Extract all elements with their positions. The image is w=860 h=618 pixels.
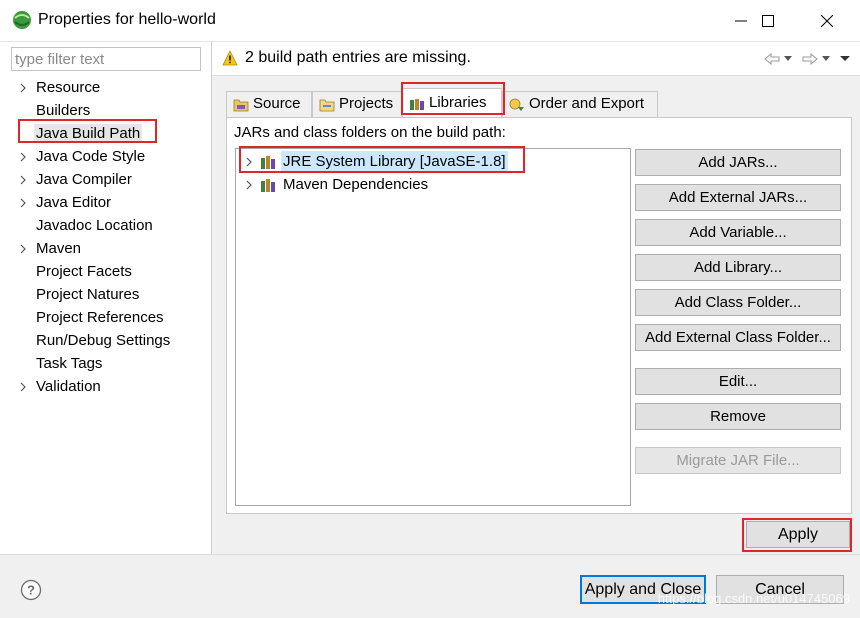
svg-text:?: ? [27, 583, 35, 598]
eclipse-icon [13, 11, 31, 29]
library-entry-maven-dependencies[interactable]: Maven Dependencies [236, 174, 626, 196]
migrate-jar-button[interactable]: Migrate JAR File... [635, 447, 841, 474]
chevron-down-icon [822, 56, 830, 61]
preference-tree: Resource Builders Java Build Path Java C… [0, 76, 210, 398]
window-title: Properties for hello-world [38, 11, 216, 28]
back-button[interactable] [764, 51, 780, 67]
watermark: https://blog.csdn.net/u014745069 [657, 591, 850, 606]
libraries-tree[interactable]: JRE System Library [JavaSE-1.8] Maven De… [235, 148, 631, 506]
chevron-right-icon [246, 157, 252, 167]
sidebar-item-java-compiler[interactable]: Java Compiler [0, 168, 210, 191]
chevron-right-icon [20, 244, 26, 254]
sidebar-item-builders[interactable]: Builders [0, 99, 210, 122]
close-button[interactable] [807, 6, 847, 36]
sidebar-item-label: Java Code Style [36, 148, 146, 165]
projects-icon [319, 99, 335, 112]
filter-input[interactable] [11, 47, 201, 71]
chevron-down-icon [784, 56, 792, 61]
tab-label: Projects [339, 95, 394, 112]
libraries-heading: JARs and class folders on the build path… [234, 124, 506, 141]
maximize-icon [762, 15, 774, 27]
add-external-jars-button[interactable]: Add External JARs... [635, 184, 841, 211]
remove-button[interactable]: Remove [635, 403, 841, 430]
sidebar-item-task-tags[interactable]: Task Tags [0, 352, 210, 375]
chevron-right-icon [20, 198, 26, 208]
tab-order-and-export[interactable]: Order and Export [502, 91, 658, 117]
library-icon [410, 99, 424, 110]
title-bar: Properties for hello-world [0, 0, 860, 42]
sidebar-item-label: Builders [36, 102, 91, 119]
tab-libraries[interactable]: Libraries [402, 88, 502, 117]
sidebar-item-label: Validation [36, 378, 101, 395]
tab-label: Libraries [429, 94, 487, 111]
sidebar-item-label: Project Facets [36, 263, 132, 280]
sidebar-item-run-debug-settings[interactable]: Run/Debug Settings [0, 329, 210, 352]
chevron-right-icon [20, 83, 26, 93]
chevron-right-icon [20, 175, 26, 185]
view-menu-button[interactable] [840, 51, 850, 67]
sidebar-item-javadoc-location[interactable]: Javadoc Location [0, 214, 210, 237]
arrow-right-icon [802, 53, 818, 65]
edit-button[interactable]: Edit... [635, 368, 841, 395]
sidebar-item-label: Java Editor [36, 194, 112, 211]
tab-label: Order and Export [529, 95, 645, 112]
apply-button[interactable]: Apply [746, 521, 850, 548]
tab-projects[interactable]: Projects [312, 91, 402, 117]
order-export-icon [509, 98, 524, 111]
sidebar-item-label: Java Compiler [36, 171, 132, 188]
warning-icon [222, 50, 238, 66]
sidebar-item-java-editor[interactable]: Java Editor [0, 191, 210, 214]
arrow-left-icon [764, 53, 780, 65]
help-icon[interactable]: ? [20, 579, 42, 601]
preference-tree-pane: Resource Builders Java Build Path Java C… [0, 42, 212, 554]
history-nav [764, 51, 850, 67]
add-library-button[interactable]: Add Library... [635, 254, 841, 281]
forward-dropdown[interactable] [822, 51, 830, 67]
message-text: 2 build path entries are missing. [245, 49, 471, 66]
tab-label: Source [253, 95, 301, 112]
properties-content: 2 build path entries are missing. Source… [212, 42, 860, 554]
forward-button[interactable] [802, 51, 818, 67]
back-dropdown[interactable] [784, 51, 792, 67]
sidebar-item-label: Project References [36, 309, 164, 326]
libraries-panel: JARs and class folders on the build path… [226, 117, 852, 514]
message-bar: 2 build path entries are missing. [212, 42, 860, 76]
sidebar-item-java-code-style[interactable]: Java Code Style [0, 145, 210, 168]
library-icon [261, 179, 275, 192]
tab-source[interactable]: Source [226, 91, 312, 117]
add-jars-button[interactable]: Add JARs... [635, 149, 841, 176]
sidebar-item-resource[interactable]: Resource [0, 76, 210, 99]
sidebar-item-label: Javadoc Location [36, 217, 153, 234]
sidebar-item-project-natures[interactable]: Project Natures [0, 283, 210, 306]
source-folder-icon [233, 99, 249, 112]
sidebar-item-label: Run/Debug Settings [36, 332, 171, 349]
menu-down-icon [840, 56, 850, 61]
minimize-icon [735, 20, 747, 22]
sidebar-item-label: Maven [36, 240, 82, 257]
chevron-right-icon [20, 382, 26, 392]
sidebar-item-label: Project Natures [36, 286, 140, 303]
sidebar-item-label: Java Build Path [34, 124, 143, 143]
sidebar-item-validation[interactable]: Validation [0, 375, 210, 398]
add-variable-button[interactable]: Add Variable... [635, 219, 841, 246]
maximize-button[interactable] [748, 6, 788, 36]
dialog-footer: ? Apply and Close Cancel https://blog.cs… [0, 554, 860, 618]
sidebar-item-label: Task Tags [36, 355, 103, 372]
sidebar-item-maven[interactable]: Maven [0, 237, 210, 260]
chevron-right-icon [246, 180, 252, 190]
library-icon [261, 156, 275, 169]
library-entry-jre[interactable]: JRE System Library [JavaSE-1.8] [236, 151, 626, 173]
sidebar-item-project-facets[interactable]: Project Facets [0, 260, 210, 283]
sidebar-item-project-references[interactable]: Project References [0, 306, 210, 329]
chevron-right-icon [20, 152, 26, 162]
library-entry-label: Maven Dependencies [283, 176, 429, 193]
library-entry-label: JRE System Library [JavaSE-1.8] [281, 151, 508, 173]
sidebar-item-java-build-path[interactable]: Java Build Path [0, 122, 210, 145]
sidebar-item-label: Resource [36, 79, 101, 96]
close-icon [821, 15, 833, 27]
add-class-folder-button[interactable]: Add Class Folder... [635, 289, 841, 316]
add-external-class-folder-button[interactable]: Add External Class Folder... [635, 324, 841, 351]
